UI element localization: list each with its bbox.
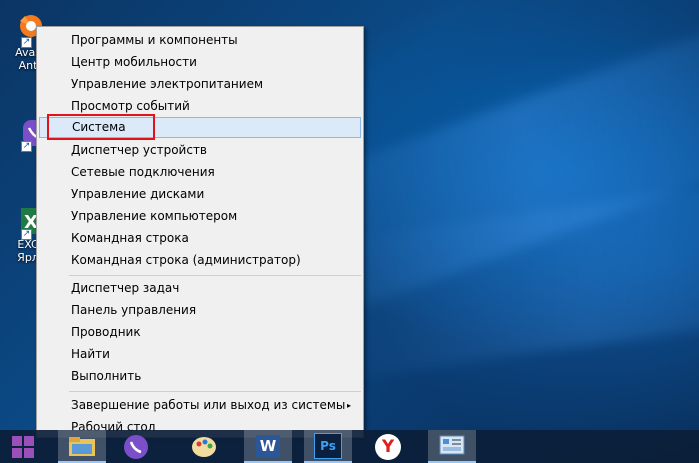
menu-item-mobility-center[interactable]: Центр мобильности [39, 52, 361, 73]
viber-icon [124, 434, 148, 459]
palette-icon [192, 436, 216, 457]
photoshop-icon-letters: Ps [320, 438, 336, 453]
menu-item-control-panel[interactable]: Панель управления [39, 300, 361, 321]
winx-context-menu: Программы и компоненты Центр мобильности… [36, 26, 364, 438]
control-panel-icon [439, 435, 465, 454]
yandex-icon-letter: Y [381, 436, 395, 457]
taskbar-photoshop[interactable]: Ps [304, 430, 352, 463]
taskbar-yandex-browser[interactable]: Y [364, 430, 412, 463]
menu-item-device-manager[interactable]: Диспетчер устройств [39, 140, 361, 161]
word-icon: W [256, 434, 280, 457]
word-icon-letter: W [259, 436, 277, 455]
menu-item-task-manager[interactable]: Диспетчер задач [39, 278, 361, 299]
submenu-arrow-icon: ▸ [346, 401, 351, 410]
menu-item-network-connections[interactable]: Сетевые подключения [39, 162, 361, 183]
folder-icon [69, 436, 95, 456]
menu-item-label: Завершение работы или выход из системы [71, 398, 346, 412]
taskbar-viber[interactable] [112, 430, 160, 463]
menu-item-power-options[interactable]: Управление электропитанием [39, 74, 361, 95]
shortcut-arrow-icon: ↗ [21, 37, 32, 48]
shortcut-arrow-icon: ↗ [21, 141, 32, 152]
menu-item-programs-and-features[interactable]: Программы и компоненты [39, 30, 361, 51]
menu-item-computer-management[interactable]: Управление компьютером [39, 206, 361, 227]
photoshop-icon: Ps [314, 432, 342, 459]
taskbar-word[interactable]: W [244, 430, 292, 463]
start-button[interactable] [0, 430, 46, 463]
menu-separator [69, 275, 361, 276]
menu-item-command-prompt-admin[interactable]: Командная строка (администратор) [39, 250, 361, 271]
menu-item-run[interactable]: Выполнить [39, 366, 361, 387]
shortcut-arrow-icon: ↗ [21, 229, 32, 240]
yandex-browser-icon: Y [375, 433, 401, 460]
taskbar-paint[interactable] [180, 430, 228, 463]
taskbar-file-explorer[interactable] [58, 430, 106, 463]
taskbar-control-panel[interactable] [428, 430, 476, 463]
taskbar: W Ps Y [0, 430, 699, 463]
menu-item-command-prompt[interactable]: Командная строка [39, 228, 361, 249]
highlight-annotation-box [47, 114, 155, 140]
menu-separator [69, 391, 361, 392]
windows-logo-icon [12, 435, 34, 458]
menu-item-file-explorer[interactable]: Проводник [39, 322, 361, 343]
menu-item-search[interactable]: Найти [39, 344, 361, 365]
menu-item-disk-management[interactable]: Управление дисками [39, 184, 361, 205]
menu-item-shutdown-or-signout[interactable]: Завершение работы или выход из системы ▸ [39, 395, 361, 416]
